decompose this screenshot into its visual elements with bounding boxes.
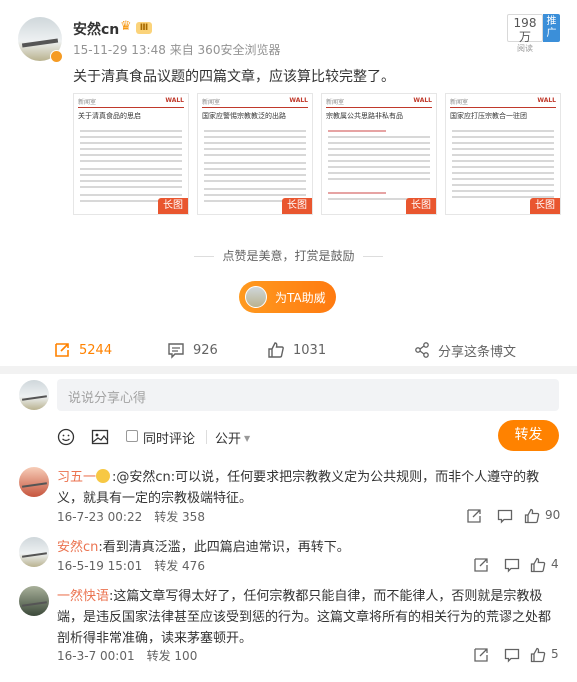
repost-icon[interactable] — [466, 508, 482, 524]
post-time[interactable]: 15-11-29 13:48 — [73, 43, 166, 57]
commenter-name[interactable]: 习五一 — [57, 470, 96, 485]
image-title: 国家应打压宗教合一驻团 — [450, 112, 527, 120]
tip-button-label: 为TA助威 — [275, 291, 326, 305]
emoji-icon[interactable] — [57, 428, 75, 446]
post-images: 新闻室 WALL 关于清真食品的思启 长图 新闻室 WALL 国家应警惕宗教教泛的出… — [73, 93, 561, 215]
repost-button[interactable]: 5244 — [53, 336, 112, 364]
comment-text: 习五一:@安然cn:可以说，任何要求把宗教教义定为公共规则，而非个人遵守的教义，… — [57, 467, 557, 509]
thumbs-up-icon[interactable] — [530, 647, 546, 663]
post-text: 关于清真食品议题的四篇文章，应该算比较完整了。 — [73, 69, 395, 85]
source-prefix: 来自 — [169, 43, 194, 57]
repost-icon — [55, 343, 69, 357]
author-name[interactable]: 安然cn — [73, 19, 119, 39]
like-hint: 点赞是美意，打赏是鼓励 — [0, 247, 577, 264]
thumbs-up-icon[interactable] — [524, 508, 540, 524]
image-title: 国家应警惕宗教教泛的出路 — [202, 112, 286, 120]
read-count-number: 198万 — [513, 16, 537, 44]
image-title: 宗教属公共思路非私有品 — [326, 112, 403, 120]
share-label: 分享这条博文 — [438, 344, 517, 360]
comment-time: 16-5-19 15:01 — [57, 559, 143, 573]
repost-item: 安然cn:看到清真泛滥，此四篇启迪常识，再转下。 16-5-19 15:01 转发… — [0, 537, 577, 577]
section-divider — [0, 366, 577, 374]
post-image-1[interactable]: 新闻室 WALL 关于清真食品的思启 长图 — [73, 93, 189, 215]
commenter-name[interactable]: 安然cn — [57, 540, 98, 555]
comment-icon[interactable] — [497, 508, 513, 524]
commenter-avatar[interactable] — [19, 467, 49, 497]
share-button[interactable]: 分享这条博文 — [414, 336, 516, 364]
long-image-tag: 长图 — [158, 198, 188, 214]
repost-item: 一然快语:这篇文章写得太好了，任何宗教都只能自律，而不能律人，否则就是宗教极端，… — [0, 586, 577, 666]
like-button[interactable]: 1031 — [267, 336, 326, 364]
comment-icon[interactable] — [504, 557, 520, 573]
comment-icon[interactable] — [504, 647, 520, 663]
tip-button[interactable]: 为TA助威 — [239, 281, 336, 313]
also-comment-checkbox[interactable] — [126, 430, 138, 442]
image-icon[interactable] — [91, 428, 109, 446]
post-header: 安然cn ♛ Ⅲ 15-11-29 13:48 来自 360安全浏览器 198万… — [0, 0, 577, 64]
post-image-3[interactable]: 新闻室 WALL 宗教属公共思路非私有品 长图 — [321, 93, 437, 215]
post-image-4[interactable]: 新闻室 WALL 国家应打压宗教合一驻团 长图 — [445, 93, 561, 215]
promote-button[interactable]: 推广 — [543, 14, 560, 42]
hint-divider-left — [194, 256, 215, 257]
like-hint-text: 点赞是美意，打赏是鼓励 — [222, 249, 355, 263]
comment-repost-count[interactable]: 转发 100 — [147, 649, 198, 663]
thumbs-up-icon — [268, 342, 284, 358]
post-meta: 15-11-29 13:48 来自 360安全浏览器 — [73, 41, 280, 58]
comment-body: :看到清真泛滥，此四篇启迪常识，再转下。 — [98, 540, 350, 555]
comment-text: 安然cn:看到清真泛滥，此四篇启迪常识，再转下。 — [57, 537, 557, 558]
long-image-tag: 长图 — [406, 198, 436, 214]
comment-time: 16-7-23 00:22 — [57, 510, 143, 524]
hint-divider-right — [362, 256, 383, 257]
comment-repost-count[interactable]: 转发 476 — [154, 559, 205, 573]
post-image-2[interactable]: 新闻室 WALL 国家应警惕宗教教泛的出路 长图 — [197, 93, 313, 215]
repost-item: 习五一:@安然cn:可以说，任何要求把宗教教义定为公共规则，而非个人遵守的教义，… — [0, 467, 577, 527]
comment-body: :@安然cn:可以说，任何要求把宗教教义定为公共规则，而非个人遵守的教义，就具有… — [57, 470, 540, 506]
tip-avatar — [245, 286, 267, 308]
long-image-tag: 长图 — [282, 198, 312, 214]
comment-footer: 16-5-19 15:01 转发 476 — [57, 557, 205, 574]
commenter-avatar[interactable] — [19, 537, 49, 567]
comment-icon — [168, 343, 184, 359]
send-repost-button[interactable]: 转发 — [498, 420, 559, 451]
comment-like-count: 5 — [551, 647, 559, 661]
my-avatar[interactable] — [19, 380, 49, 410]
visibility-dropdown[interactable]: 公开 ▼ — [215, 428, 250, 447]
read-count-label: 阅读 — [517, 44, 533, 53]
verified-badge-icon — [50, 50, 63, 63]
comment-footer: 16-7-23 00:22 转发 358 — [57, 508, 205, 525]
read-count: 198万 阅读 — [507, 14, 543, 53]
comment-text: 一然快语:这篇文章写得太好了，任何宗教都只能自律，而不能律人，否则就是宗教极端，… — [57, 586, 557, 649]
toolbar-divider — [206, 430, 207, 444]
comment-footer: 16-3-7 00:01 转发 100 — [57, 647, 197, 664]
comment-button[interactable]: 926 — [167, 336, 218, 364]
repost-input[interactable]: 说说分享心得 — [57, 379, 559, 411]
like-count: 1031 — [293, 342, 327, 358]
share-icon — [415, 342, 429, 358]
comment-time: 16-3-7 00:01 — [57, 649, 135, 663]
crown-icon: ♛ — [120, 19, 132, 34]
compose-toolbar: 同时评论 公开 ▼ — [0, 422, 577, 450]
repost-input-placeholder: 说说分享心得 — [68, 391, 147, 406]
post-source[interactable]: 360安全浏览器 — [198, 43, 281, 57]
commenter-avatar[interactable] — [19, 586, 49, 616]
comment-repost-count[interactable]: 转发 358 — [154, 510, 205, 524]
repost-count: 5244 — [79, 342, 113, 358]
comment-like-count: 90 — [545, 508, 561, 522]
image-title: 关于清真食品的思启 — [78, 112, 141, 120]
long-image-tag: 长图 — [530, 198, 560, 214]
comment-like-count: 4 — [551, 557, 559, 571]
emoji-icon — [96, 469, 111, 483]
commenter-name[interactable]: 一然快语 — [57, 589, 109, 604]
repost-icon[interactable] — [473, 557, 489, 573]
comment-body: :这篇文章写得太好了，任何宗教都只能自律，而不能律人，否则就是宗教极端，是违反国… — [57, 589, 552, 646]
level-badge: Ⅲ — [136, 22, 152, 34]
comment-count: 926 — [193, 342, 218, 358]
chevron-down-icon: ▼ — [244, 434, 251, 443]
visibility-value: 公开 — [215, 432, 242, 447]
action-bar: 5244 926 1031 分享这条博文 — [0, 336, 577, 364]
repost-icon[interactable] — [473, 647, 489, 663]
also-comment-label[interactable]: 同时评论 — [143, 428, 195, 447]
thumbs-up-icon[interactable] — [530, 557, 546, 573]
